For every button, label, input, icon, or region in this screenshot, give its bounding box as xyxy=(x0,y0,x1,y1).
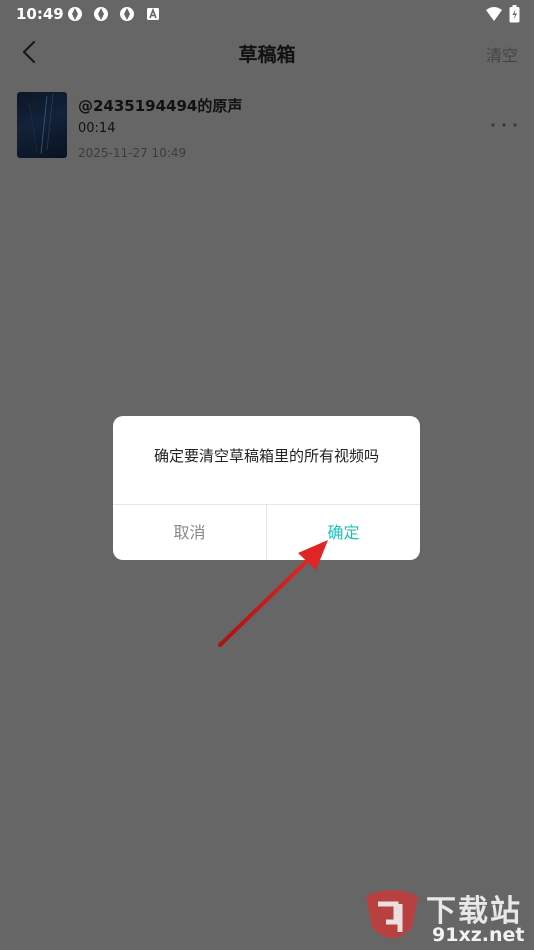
draft-thumbnail xyxy=(17,92,67,158)
font-notification-icon xyxy=(147,7,159,20)
watermark-url: 91xz.net xyxy=(432,924,525,946)
draft-list-item[interactable]: @2435194494的原声 00:14 2025-11-27 10:49 xyxy=(17,92,522,160)
app-notification-icon xyxy=(120,7,134,21)
confirm-clear-dialog: 确定要清空草稿箱里的所有视频吗 取消 确定 xyxy=(113,416,420,560)
status-bar: 10:49 xyxy=(0,0,534,28)
clear-all-button[interactable]: 清空 xyxy=(486,42,518,66)
status-time: 10:49 xyxy=(16,5,64,23)
watermark: 下载站 91xz.net xyxy=(360,886,530,946)
confirm-button[interactable]: 确定 xyxy=(267,505,420,560)
watermark-logo-icon xyxy=(366,890,418,938)
draft-date: 2025-11-27 10:49 xyxy=(78,146,187,160)
draft-duration: 00:14 xyxy=(78,121,116,136)
system-icons xyxy=(485,5,520,23)
app-notification-icon xyxy=(94,7,108,21)
more-options-icon[interactable] xyxy=(490,120,518,130)
cancel-button[interactable]: 取消 xyxy=(113,505,266,560)
navigation-bar: 草稿箱 清空 xyxy=(0,30,534,74)
battery-icon xyxy=(509,5,520,23)
draft-title: @2435194494的原声 xyxy=(78,97,243,115)
dialog-message: 确定要清空草稿箱里的所有视频吗 xyxy=(153,447,379,465)
page-title: 草稿箱 xyxy=(238,44,296,66)
app-notification-icon xyxy=(68,7,82,21)
notification-icons xyxy=(66,5,162,23)
wifi-icon xyxy=(486,7,502,21)
